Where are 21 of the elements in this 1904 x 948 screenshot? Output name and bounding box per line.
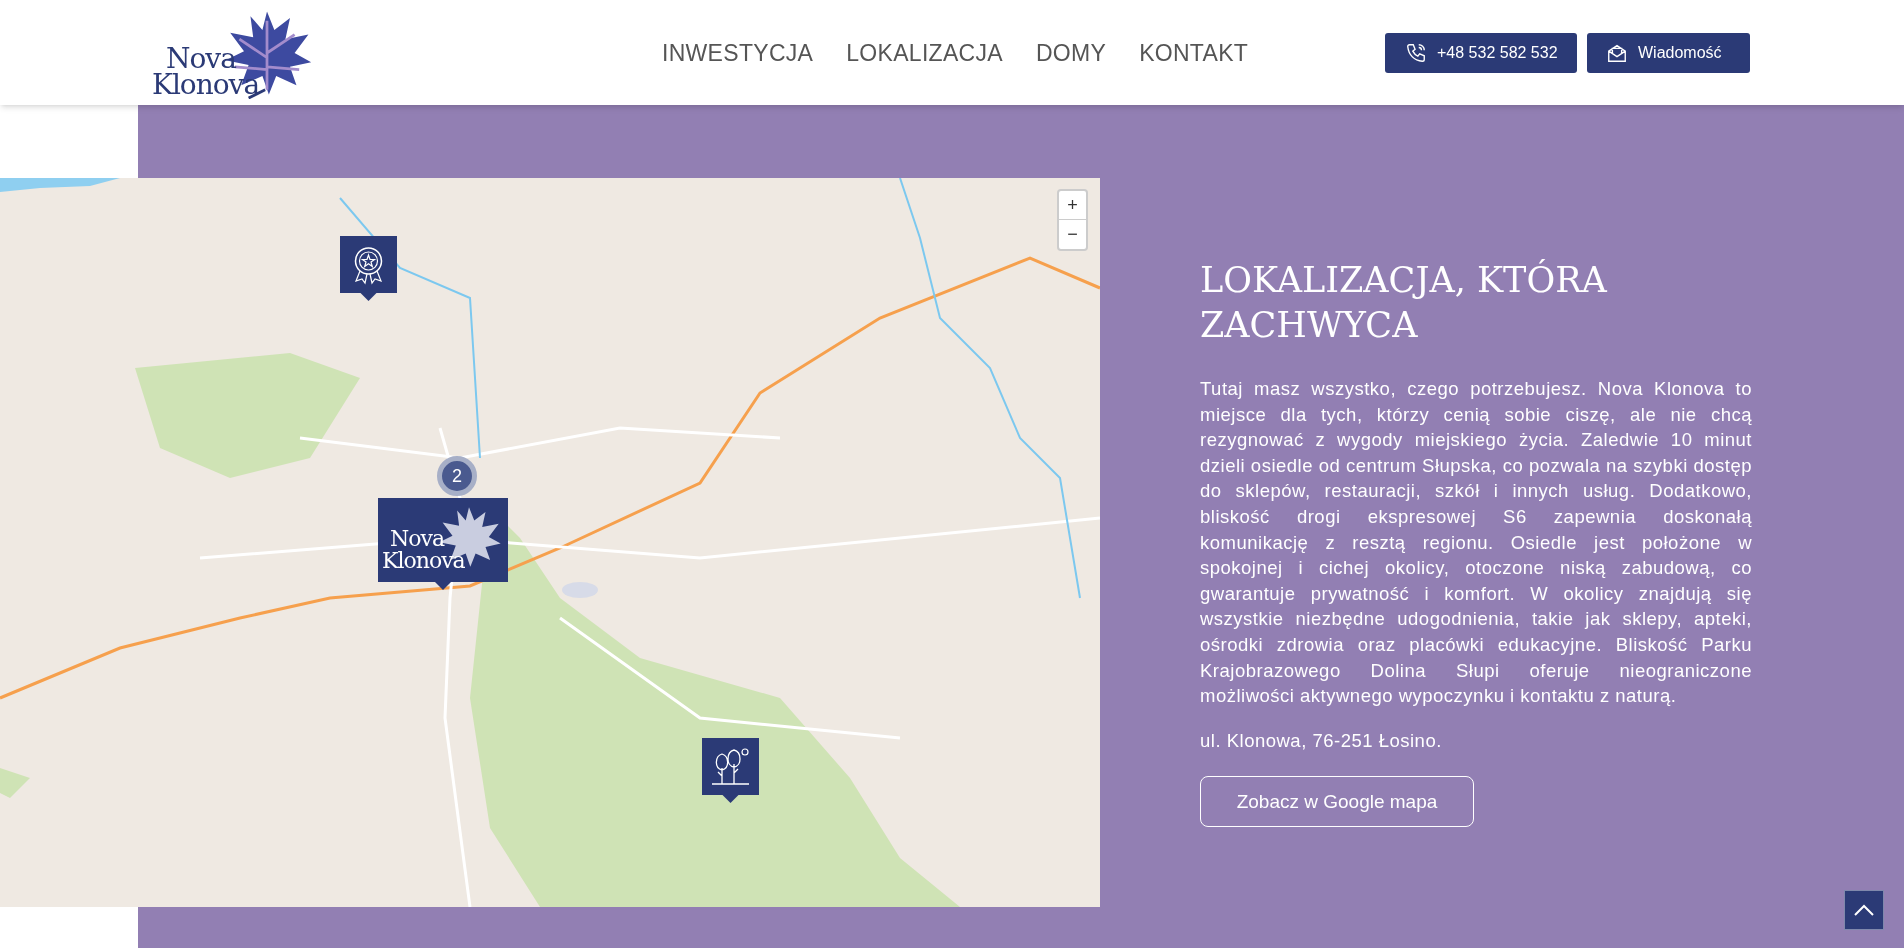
chevron-up-icon [1853, 903, 1875, 917]
address-text: ul. Klonowa, 76-251 Łosino. [1200, 728, 1443, 753]
google-maps-button[interactable]: Zobacz w Google mapa [1200, 776, 1474, 828]
award-ribbon-icon [352, 245, 385, 285]
nav-link[interactable]: INWESTYCJA [662, 36, 814, 71]
phone-button[interactable]: +48 532 582 532 [1385, 32, 1577, 73]
trees-icon [710, 746, 751, 787]
message-button[interactable]: Wiadomość [1587, 32, 1750, 73]
nav-link[interactable]: DOMY [1035, 36, 1107, 71]
description-paragraph: Tutaj masz wszystko, czego potrzebujesz. Nova Klonova to miejsce dla tych, którzy cenią sobie ciszę, ale nie chcą rezygnować z wygody miejskiego życia. Zaledwie 10 minut dzieli osiedle od centrum Słupska, co pozwala na szybki dostęp do sklepów, restauracji, szkół i innych usług. Dodatkowo, bliskość drogi ekspresowej S6 zapewnia doskonałą komunikację z resztą regionu. Osiedle jest położone w spokojnej i cichej okolicy, otoczone niską zabudową, co gwarantuje prywatność i komfort. W okolicy znajdują się wszystkie niezbędne udogodnienia, takie jak sklepy, apteki, ośrodki zdrowia oraz placówki edukacyjne. Bliskość Parku Krajobrazowego Dolina Słupi oferuje nieograniczone możliwości aktywnego wypoczynku i kontaktu z naturą. [1200, 377, 1752, 709]
zoom-in-button[interactable]: + [1059, 191, 1086, 220]
nav-link[interactable]: LOKALIZACJA [846, 36, 1003, 71]
scroll-top-button[interactable] [1844, 890, 1884, 930]
logo-marker[interactable]: Nova Klonova [378, 498, 508, 590]
nav-link[interactable]: KONTAKT [1139, 36, 1249, 71]
phone-icon [1405, 41, 1427, 64]
zoom-out-button[interactable]: − [1059, 220, 1086, 249]
section-title: LOKALIZACJA, KTÓRA ZACHWYCA [1200, 258, 1608, 347]
logo-text: Nova [390, 528, 445, 550]
logo-text: Klonova [382, 550, 465, 572]
logo-text: Nova [166, 44, 236, 73]
